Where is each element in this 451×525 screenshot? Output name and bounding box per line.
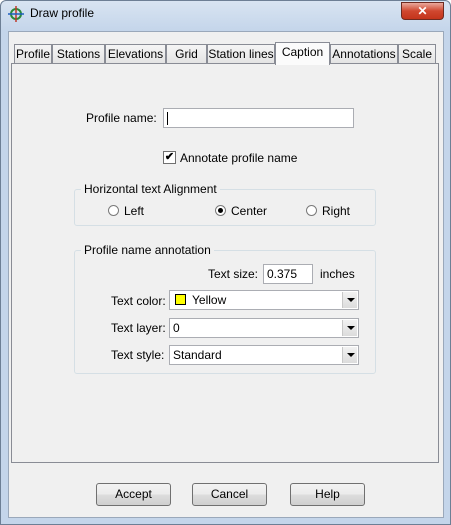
text-style-value: Standard	[173, 348, 222, 362]
dialog-client-area: Profile Stations Elevations Grid Station…	[8, 31, 444, 518]
radio-center[interactable]	[215, 205, 226, 216]
close-button[interactable]: ✕	[401, 2, 444, 20]
tab-station-lines[interactable]: Station lines	[207, 44, 275, 64]
annotate-profile-name-label: Annotate profile name	[180, 151, 298, 165]
caption-tab-panel: Profile name: ✔ Annotate profile name Ho…	[11, 63, 439, 463]
text-layer-label: Text layer:	[111, 321, 166, 335]
text-style-label: Text style:	[111, 348, 165, 362]
window-title: Draw profile	[30, 6, 95, 20]
horizontal-alignment-legend: Horizontal text Alignment	[81, 182, 220, 196]
close-icon: ✕	[417, 4, 428, 18]
radio-right-label: Right	[322, 204, 351, 218]
profile-name-input[interactable]	[163, 108, 354, 128]
text-layer-select[interactable]: 0	[169, 318, 359, 338]
text-size-value: 0.375	[267, 267, 298, 281]
tab-scale[interactable]: Scale	[398, 44, 436, 64]
chevron-down-icon[interactable]	[342, 292, 357, 308]
tab-annotations[interactable]: Annotations	[330, 44, 398, 64]
help-button[interactable]: Help	[290, 483, 365, 506]
tab-stations[interactable]: Stations	[52, 44, 105, 64]
horizontal-alignment-group: Horizontal text Alignment Left Center Ri…	[74, 182, 376, 226]
text-size-input[interactable]: 0.375	[263, 264, 313, 284]
radio-right[interactable]	[306, 205, 317, 216]
chevron-down-icon[interactable]	[342, 320, 357, 336]
accept-button[interactable]: Accept	[96, 483, 171, 506]
radio-left[interactable]	[108, 205, 119, 216]
app-icon	[8, 6, 24, 22]
text-size-label: Text size:	[208, 267, 259, 281]
tab-caption[interactable]: Caption	[275, 42, 330, 65]
radio-center-label: Center	[231, 204, 268, 218]
profile-name-annotation-legend: Profile name annotation	[81, 243, 214, 257]
cancel-button[interactable]: Cancel	[192, 483, 267, 506]
profile-name-label: Profile name:	[86, 111, 157, 125]
text-size-unit: inches	[320, 267, 355, 281]
title-bar[interactable]: Draw profile ✕	[1, 1, 450, 25]
chevron-down-icon[interactable]	[342, 347, 357, 363]
tab-profile[interactable]: Profile	[14, 44, 52, 64]
checkmark-icon: ✔	[164, 151, 175, 163]
text-caret	[167, 112, 168, 126]
draw-profile-window: Draw profile ✕ Profile Stations Elevatio…	[0, 0, 451, 525]
profile-name-annotation-group: Profile name annotation Text size: 0.375…	[74, 243, 376, 374]
text-color-value: Yellow	[192, 293, 227, 307]
tab-elevations[interactable]: Elevations	[105, 44, 166, 64]
color-swatch	[175, 294, 186, 305]
text-style-select[interactable]: Standard	[169, 345, 359, 365]
tab-grid[interactable]: Grid	[166, 44, 207, 64]
text-color-label: Text color:	[111, 294, 166, 308]
radio-left-label: Left	[124, 204, 145, 218]
tab-strip: Profile Stations Elevations Grid Station…	[12, 42, 442, 65]
annotate-profile-name-checkbox[interactable]: ✔	[163, 151, 176, 164]
text-layer-value: 0	[173, 321, 180, 335]
text-color-select[interactable]: Yellow	[169, 290, 359, 310]
radio-selected-dot	[218, 208, 223, 213]
